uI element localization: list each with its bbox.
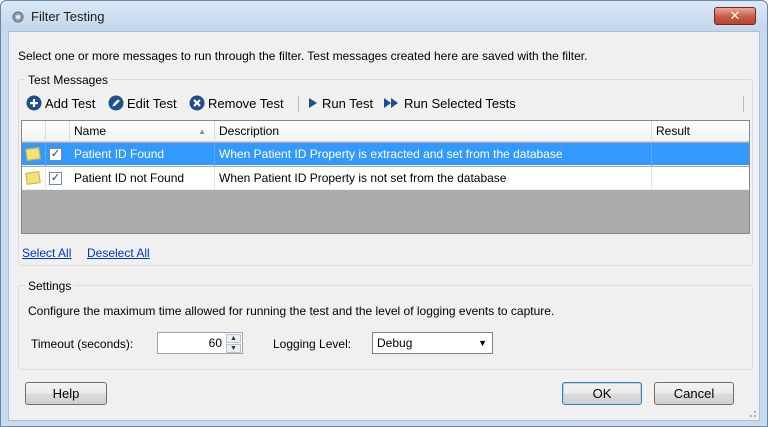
list-header: Name ▲ Description Result (22, 121, 749, 142)
row-check-cell: ✓ (22, 167, 70, 190)
deselect-all-link[interactable]: Deselect All (87, 246, 150, 260)
row-description: When Patient ID Property is not set from… (215, 167, 652, 190)
help-button[interactable]: Help (25, 382, 107, 405)
test-messages-legend: Test Messages (25, 73, 112, 87)
settings-legend: Settings (25, 279, 75, 293)
logging-level-select[interactable]: Debug ▼ (372, 332, 493, 354)
column-header-result[interactable]: Result (652, 121, 749, 142)
row-result (652, 143, 749, 166)
edit-test-button[interactable]: Edit Test (108, 93, 177, 113)
x-circle-icon (189, 95, 205, 111)
add-test-button[interactable]: Add Test (26, 93, 95, 113)
timeout-value: 60 (208, 336, 222, 350)
plus-circle-icon (26, 95, 42, 111)
select-all-link[interactable]: Select All (22, 246, 71, 260)
fast-forward-icon (384, 98, 398, 108)
column-header-description[interactable]: Description (215, 121, 652, 142)
column-header-check[interactable] (46, 121, 70, 142)
dialog-body: Select one or more messages to run throu… (8, 31, 760, 421)
timeout-label: Timeout (seconds): (31, 337, 134, 351)
row-checkbox[interactable]: ✓ (49, 172, 62, 185)
row-result (652, 167, 749, 190)
gear-icon (12, 11, 24, 23)
run-test-label: Run Test (322, 95, 374, 111)
pencil-circle-icon (108, 95, 124, 111)
run-selected-tests-button[interactable]: Run Selected Tests (383, 93, 516, 113)
title-bar[interactable]: Filter Testing ✕ (1, 1, 767, 31)
chevron-down-icon: ▼ (478, 338, 487, 348)
resize-grip-icon[interactable] (747, 408, 757, 418)
spin-up-icon[interactable]: ▲ (226, 334, 241, 343)
column-header-icon[interactable] (22, 121, 46, 142)
row-name: Patient ID Found (70, 143, 215, 166)
settings-group: Settings (18, 279, 753, 370)
run-selected-tests-label: Run Selected Tests (404, 95, 516, 111)
close-button[interactable]: ✕ (714, 7, 756, 25)
row-name: Patient ID not Found (70, 167, 215, 190)
run-test-button[interactable]: Run Test (307, 93, 373, 113)
test-messages-group: Test Messages Add Test Edit Test Remove … (18, 73, 753, 266)
test-toolbar: Add Test Edit Test Remove Test Run Test … (26, 93, 746, 115)
logging-level-label: Logging Level: (273, 337, 352, 351)
test-messages-list[interactable]: Name ▲ Description Result ✓ Patient ID F… (21, 120, 750, 234)
intro-text: Select one or more messages to run throu… (18, 49, 588, 63)
table-row[interactable]: ✓ Patient ID not Found When Patient ID P… (22, 167, 749, 190)
column-description-label: Description (219, 124, 280, 138)
table-row[interactable]: ✓ Patient ID Found When Patient ID Prope… (22, 143, 749, 166)
row-checkbox[interactable]: ✓ (49, 148, 62, 161)
column-name-label: Name (74, 124, 107, 138)
window-title: Filter Testing (31, 9, 105, 24)
cancel-button[interactable]: Cancel (654, 382, 734, 405)
filter-testing-window: Filter Testing ✕ Select one or more mess… (0, 0, 768, 427)
ok-button[interactable]: OK (562, 382, 642, 405)
spin-down-icon[interactable]: ▼ (226, 344, 241, 353)
row-description: When Patient ID Property is extracted an… (215, 143, 652, 166)
toolbar-separator (298, 96, 299, 112)
remove-test-button[interactable]: Remove Test (189, 93, 284, 113)
toolbar-end-grip (743, 96, 744, 112)
close-icon: ✕ (729, 8, 741, 23)
column-result-label: Result (656, 124, 691, 138)
sort-ascending-icon: ▲ (198, 127, 206, 136)
logging-level-value: Debug (377, 336, 413, 350)
timeout-spinner[interactable]: 60 ▲ ▼ (157, 332, 243, 354)
settings-description: Configure the maximum time allowed for r… (28, 304, 555, 318)
add-test-label: Add Test (45, 95, 96, 111)
remove-test-label: Remove Test (208, 95, 284, 111)
row-check-cell: ✓ (22, 143, 70, 166)
column-header-name[interactable]: Name ▲ (70, 121, 215, 142)
edit-test-label: Edit Test (127, 95, 177, 111)
play-icon (309, 98, 317, 108)
